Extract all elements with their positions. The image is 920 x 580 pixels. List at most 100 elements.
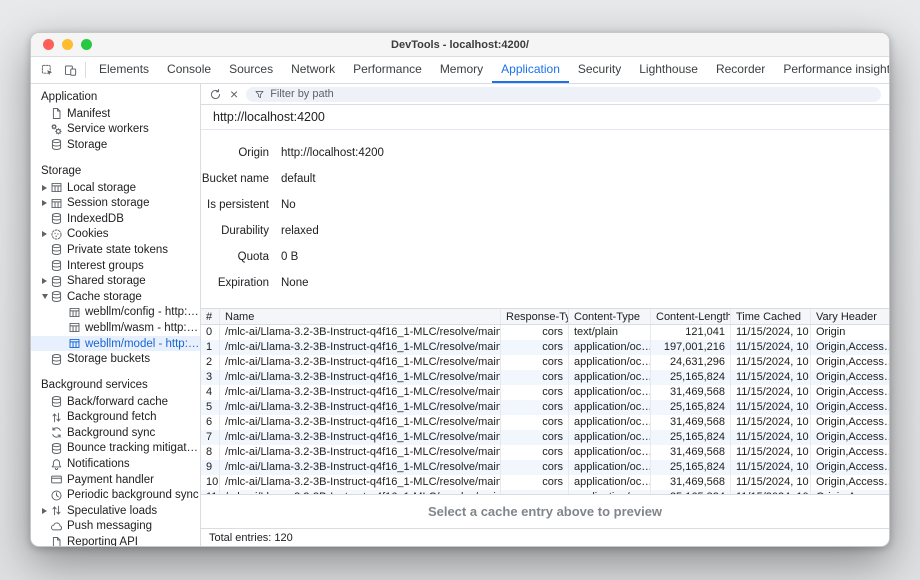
- sidebar-item-private-state-tokens[interactable]: Private state tokens: [31, 242, 200, 258]
- table-row[interactable]: 0/mlc-ai/Llama-3.2-3B-Instruct-q4f16_1-M…: [201, 325, 889, 340]
- cell-name: /mlc-ai/Llama-3.2-3B-Instruct-q4f16_1-ML…: [220, 385, 501, 400]
- tab-performance-insights[interactable]: Performance insights: [774, 57, 890, 83]
- sidebar-item-storage[interactable]: Storage: [31, 137, 200, 153]
- table-row[interactable]: 4/mlc-ai/Llama-3.2-3B-Instruct-q4f16_1-M…: [201, 385, 889, 400]
- cell-name: /mlc-ai/Llama-3.2-3B-Instruct-q4f16_1-ML…: [220, 475, 501, 490]
- column-header-[interactable]: #: [201, 309, 220, 324]
- refresh-icon[interactable]: [209, 88, 222, 101]
- clear-icon[interactable]: ×: [230, 87, 238, 101]
- bell-icon: [50, 458, 67, 471]
- sidebar-item-cache-storage[interactable]: Cache storage: [31, 289, 200, 305]
- tree-arrow-collapsed-icon[interactable]: [39, 278, 50, 284]
- table-row[interactable]: 5/mlc-ai/Llama-3.2-3B-Instruct-q4f16_1-M…: [201, 400, 889, 415]
- metadata-row: ExpirationNone: [201, 270, 889, 296]
- cell-content-type: application/oc…: [569, 460, 651, 475]
- column-header-response-type[interactable]: Response-Type: [501, 309, 569, 324]
- table-row[interactable]: 3/mlc-ai/Llama-3.2-3B-Instruct-q4f16_1-M…: [201, 370, 889, 385]
- tree-arrow-expanded-icon[interactable]: [39, 294, 50, 299]
- sidebar-item-webllm-config-http-loc[interactable]: webllm/config - http://loc…: [31, 305, 200, 321]
- tree-arrow-collapsed-icon[interactable]: [39, 231, 50, 237]
- sidebar-item-background-sync[interactable]: Background sync: [31, 425, 200, 441]
- sidebar-item-service-workers[interactable]: Service workers: [31, 122, 200, 138]
- application-sidebar: ApplicationManifestService workersStorag…: [31, 84, 201, 546]
- metadata-value: 0 B: [269, 251, 298, 263]
- sidebar-item-reporting-api[interactable]: Reporting API: [31, 534, 200, 546]
- close-window-button[interactable]: [43, 39, 54, 50]
- table-row[interactable]: 2/mlc-ai/Llama-3.2-3B-Instruct-q4f16_1-M…: [201, 355, 889, 370]
- sidebar-item-cookies[interactable]: Cookies: [31, 227, 200, 243]
- cell-vary-header: Origin,Access…: [811, 370, 889, 385]
- sidebar-item-background-fetch[interactable]: Background fetch: [31, 410, 200, 426]
- column-header-vary-header[interactable]: Vary Header: [811, 309, 889, 324]
- column-header-content-length[interactable]: Content-Length: [651, 309, 731, 324]
- inspect-element-icon[interactable]: [41, 64, 54, 77]
- sidebar-item-session-storage[interactable]: Session storage: [31, 195, 200, 211]
- sidebar-item-push-messaging[interactable]: Push messaging: [31, 519, 200, 535]
- metadata-value: relaxed: [269, 225, 319, 237]
- sidebar-item-webllm-wasm-http-loca[interactable]: webllm/wasm - http://loca…: [31, 320, 200, 336]
- column-header-name[interactable]: Name: [220, 309, 501, 324]
- cell-content-type: application/oc…: [569, 340, 651, 355]
- table-row[interactable]: 6/mlc-ai/Llama-3.2-3B-Instruct-q4f16_1-M…: [201, 415, 889, 430]
- table-row[interactable]: 1/mlc-ai/Llama-3.2-3B-Instruct-q4f16_1-M…: [201, 340, 889, 355]
- sidebar-item-manifest[interactable]: Manifest: [31, 106, 200, 122]
- tab-recorder[interactable]: Recorder: [707, 57, 774, 83]
- column-header-time-cached[interactable]: Time Cached: [731, 309, 811, 324]
- table-header-row: #NameResponse-TypeContent-TypeContent-Le…: [201, 309, 889, 325]
- metadata-label: Is persistent: [201, 199, 269, 211]
- cell-content-length: 197,001,216: [651, 340, 731, 355]
- tab-network[interactable]: Network: [282, 57, 344, 83]
- cell-: 2: [201, 355, 220, 370]
- cell-response-type: cors: [501, 370, 569, 385]
- tab-performance[interactable]: Performance: [344, 57, 431, 83]
- tab-sources[interactable]: Sources: [220, 57, 282, 83]
- table-row[interactable]: 10/mlc-ai/Llama-3.2-3B-Instruct-q4f16_1-…: [201, 475, 889, 490]
- sidebar-item-back-forward-cache[interactable]: Back/forward cache: [31, 394, 200, 410]
- cell-content-length: 25,165,824: [651, 400, 731, 415]
- cell-content-length: 31,469,568: [651, 385, 731, 400]
- status-bar: Total entries: 120: [201, 528, 889, 546]
- tab-lighthouse[interactable]: Lighthouse: [630, 57, 707, 83]
- tree-arrow-collapsed-icon[interactable]: [39, 200, 50, 206]
- sidebar-item-periodic-background-sync[interactable]: Periodic background sync: [31, 487, 200, 503]
- sidebar-item-payment-handler[interactable]: Payment handler: [31, 472, 200, 488]
- database-icon: [50, 442, 67, 455]
- cell-content-type: application/oc…: [569, 430, 651, 445]
- tab-application[interactable]: Application: [492, 57, 569, 83]
- sidebar-item-interest-groups[interactable]: Interest groups: [31, 258, 200, 274]
- device-toolbar-icon[interactable]: [64, 64, 77, 77]
- filter-by-path-input[interactable]: Filter by path: [246, 87, 881, 102]
- tab-elements[interactable]: Elements: [90, 57, 158, 83]
- cache-storage-panel: × Filter by path http://localhost:4200 O…: [201, 84, 889, 546]
- tab-security[interactable]: Security: [569, 57, 630, 83]
- database-icon: [50, 353, 67, 366]
- sidebar-item-local-storage[interactable]: Local storage: [31, 180, 200, 196]
- card-icon: [50, 473, 67, 486]
- cell-vary-header: Origin,Access…: [811, 430, 889, 445]
- database-icon: [50, 395, 67, 408]
- table-row[interactable]: 8/mlc-ai/Llama-3.2-3B-Instruct-q4f16_1-M…: [201, 445, 889, 460]
- tree-arrow-collapsed-icon[interactable]: [39, 508, 50, 514]
- tab-console[interactable]: Console: [158, 57, 220, 83]
- sidebar-item-indexeddb[interactable]: IndexedDB: [31, 211, 200, 227]
- table-row[interactable]: 7/mlc-ai/Llama-3.2-3B-Instruct-q4f16_1-M…: [201, 430, 889, 445]
- metadata-row: Is persistentNo: [201, 192, 889, 218]
- cell-vary-header: Origin,Access…: [811, 400, 889, 415]
- metadata-value: http://localhost:4200: [269, 147, 384, 159]
- sidebar-item-shared-storage[interactable]: Shared storage: [31, 273, 200, 289]
- tab-memory[interactable]: Memory: [431, 57, 492, 83]
- zoom-window-button[interactable]: [81, 39, 92, 50]
- sidebar-item-bounce-tracking-mitigations[interactable]: Bounce tracking mitigations: [31, 441, 200, 457]
- column-header-content-type[interactable]: Content-Type: [569, 309, 651, 324]
- tree-arrow-collapsed-icon[interactable]: [39, 185, 50, 191]
- cell-time-cached: 11/15/2024, 10…: [731, 475, 811, 490]
- cell-time-cached: 11/15/2024, 10…: [731, 370, 811, 385]
- sidebar-item-storage-buckets[interactable]: Storage buckets: [31, 351, 200, 367]
- sidebar-item-notifications[interactable]: Notifications: [31, 456, 200, 472]
- database-icon: [50, 138, 67, 151]
- table-row[interactable]: 9/mlc-ai/Llama-3.2-3B-Instruct-q4f16_1-M…: [201, 460, 889, 475]
- sidebar-item-speculative-loads[interactable]: Speculative loads: [31, 503, 200, 519]
- minimize-window-button[interactable]: [62, 39, 73, 50]
- cell-vary-header: Origin,Access…: [811, 355, 889, 370]
- sidebar-item-webllm-model-http-loc[interactable]: webllm/model - http://loc…: [31, 336, 200, 352]
